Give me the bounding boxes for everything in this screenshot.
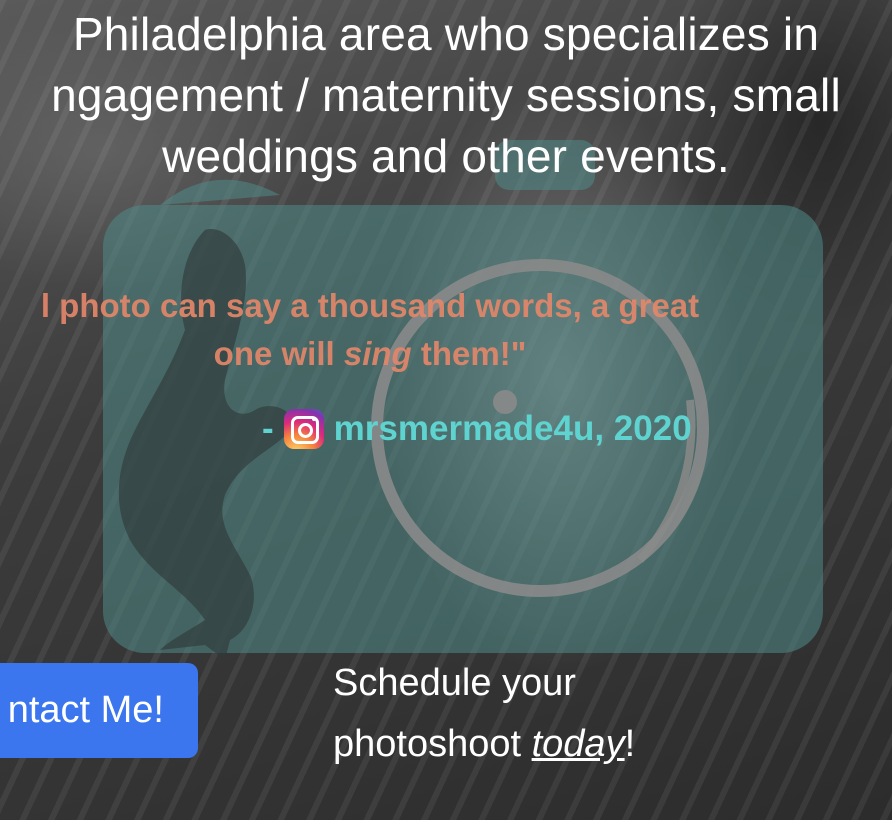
- instagram-icon[interactable]: [283, 409, 324, 449]
- quote-attribution: - mrsmermade4u, 2020: [262, 406, 692, 452]
- quote-line-2-before: one will: [213, 335, 344, 372]
- schedule-emphasis: today: [531, 723, 625, 765]
- quote-emphasis: sing: [343, 335, 412, 372]
- schedule-line-2-after: !: [624, 723, 636, 765]
- intro-line-1: Philadelphia area who specializes in: [72, 8, 820, 60]
- contact-me-button[interactable]: ntact Me!: [0, 663, 198, 758]
- intro-line-3: weddings and other events.: [162, 130, 730, 182]
- schedule-text: Schedule your photoshoot today!: [333, 653, 635, 775]
- quote-line-1: l photo can say a thousand words, a grea…: [40, 287, 700, 324]
- schedule-line-1: Schedule your: [333, 662, 576, 704]
- intro-line-2: ngagement / maternity sessions, small: [51, 69, 841, 121]
- intro-text: Philadelphia area who specializes in nga…: [0, 4, 892, 187]
- testimonial-quote: l photo can say a thousand words, a grea…: [0, 282, 760, 378]
- quote-line-2: one will sing them!": [0, 330, 760, 378]
- quote-line-2-after: them!": [411, 335, 527, 372]
- attribution-dash: -: [262, 409, 274, 448]
- instagram-handle[interactable]: mrsmermade4u, 2020: [334, 409, 692, 449]
- schedule-line-2-before: photoshoot: [333, 723, 532, 765]
- schedule-line-2: photoshoot today!: [333, 714, 635, 775]
